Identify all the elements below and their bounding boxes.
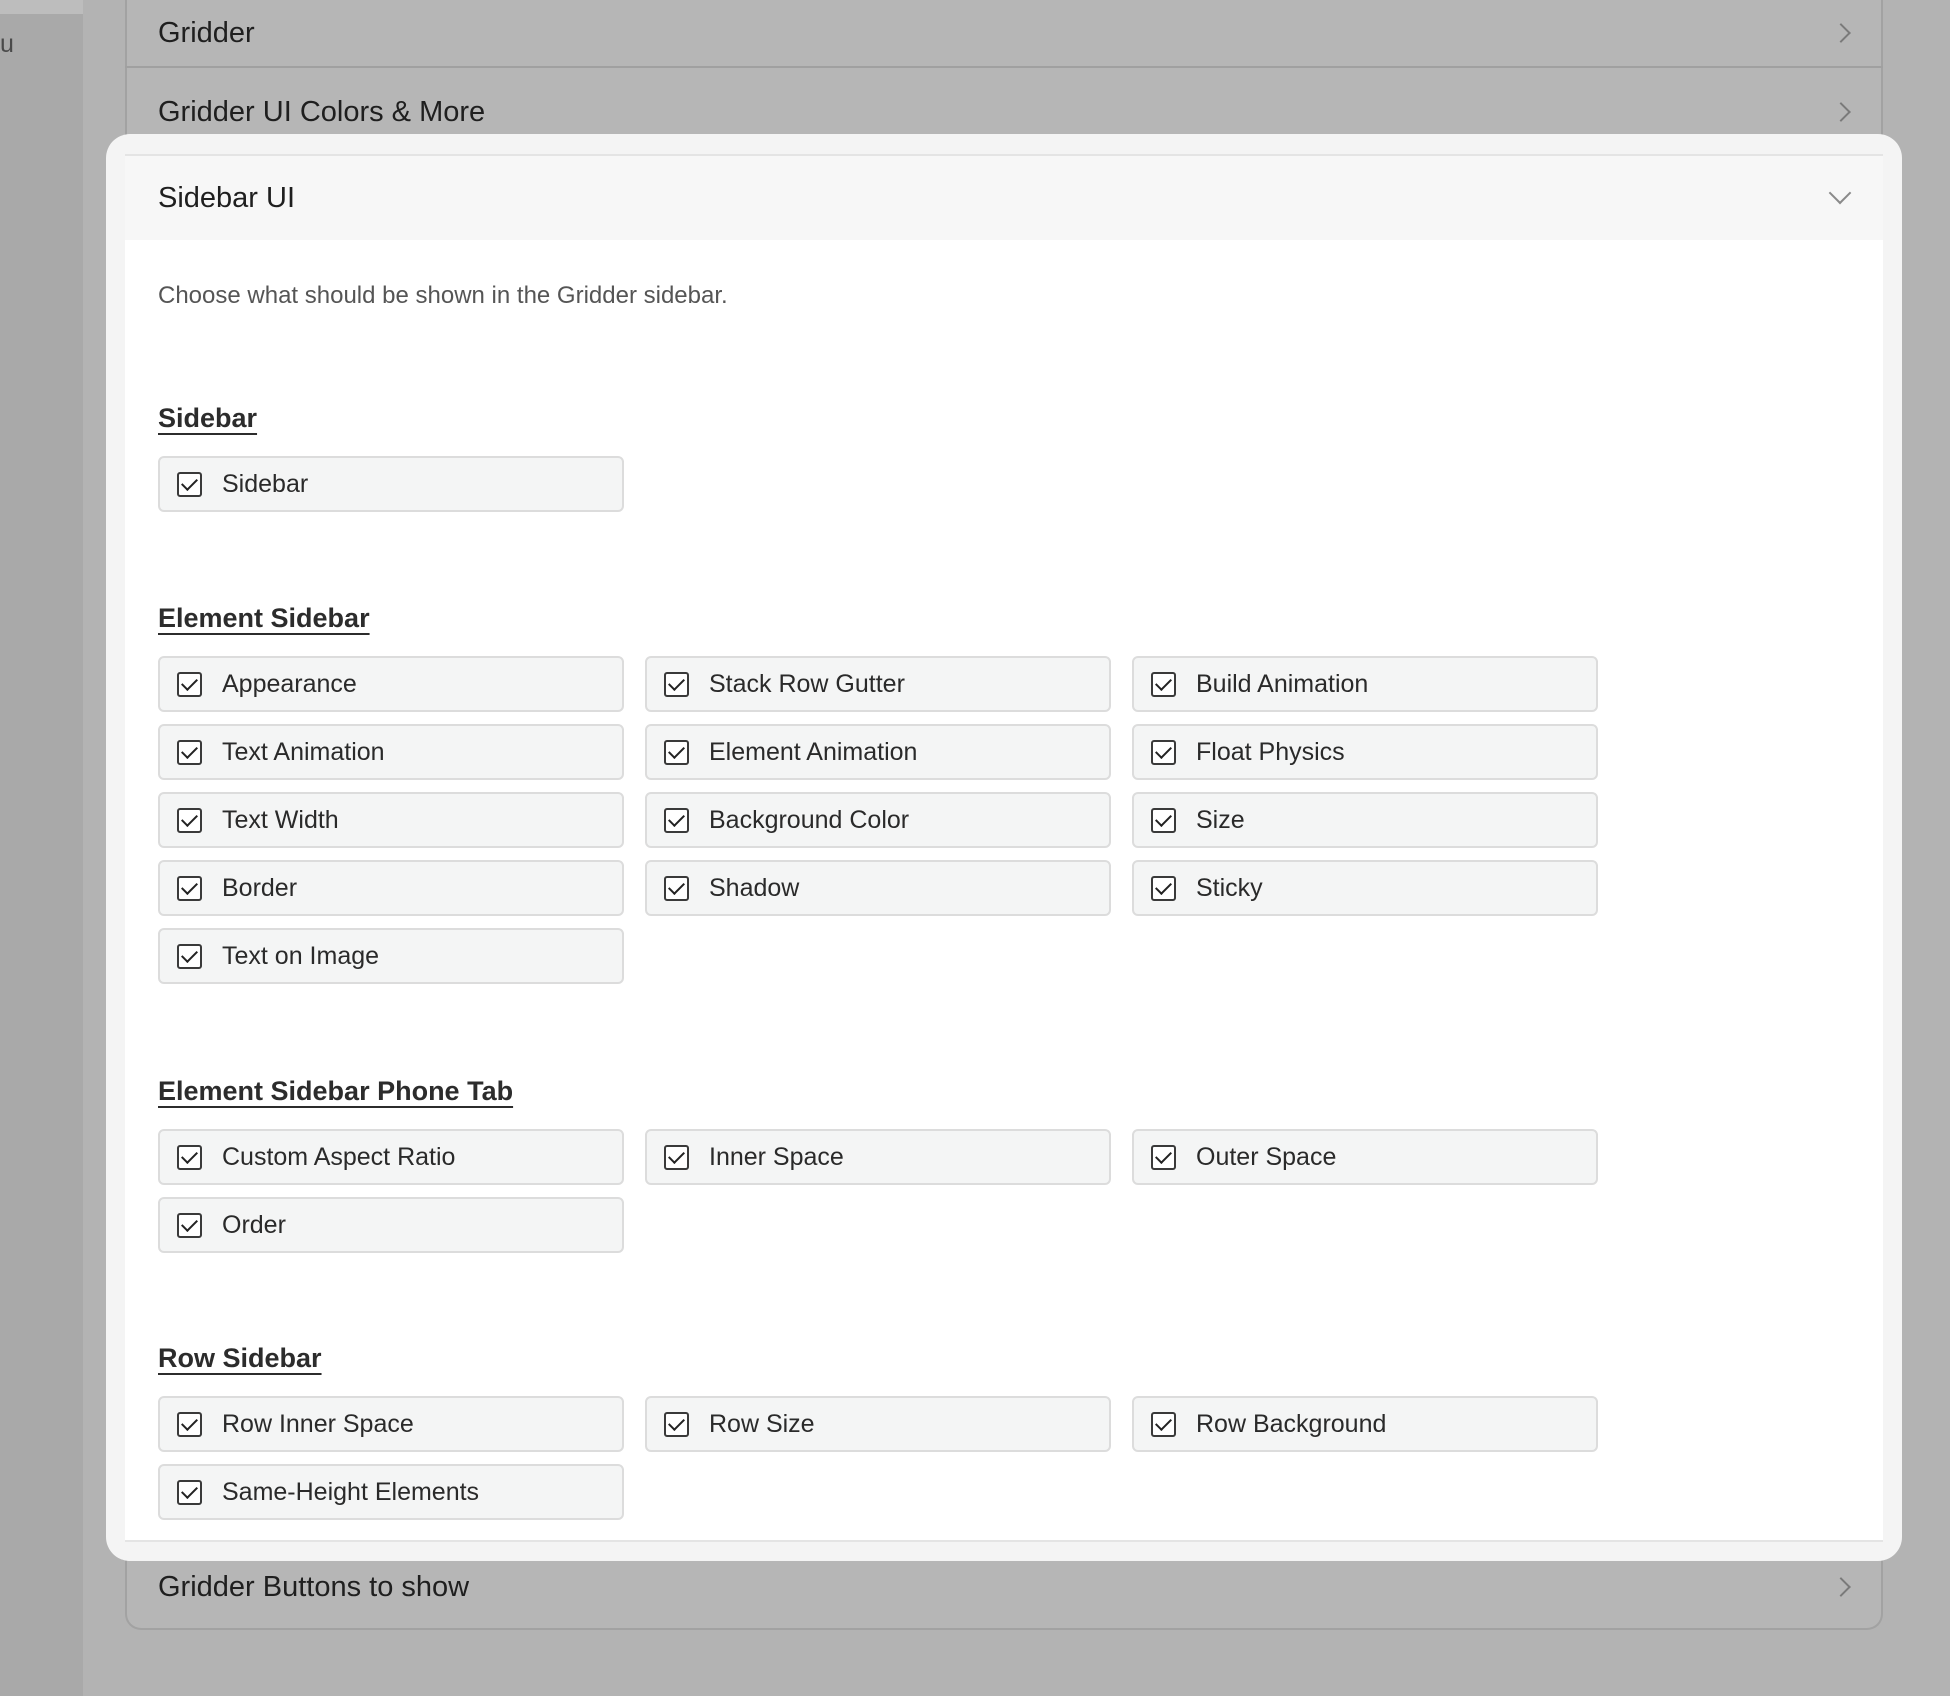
checkbox-shadow[interactable] [664,875,689,901]
checkbox-border[interactable] [177,875,202,901]
option-element-animation[interactable]: Element Animation [645,724,1111,780]
option-text-on-image[interactable]: Text on Image [158,928,624,984]
option-background-color[interactable]: Background Color [645,792,1111,848]
group-options-element-sidebar-phone-tab: Custom Aspect Ratio Inner Space Outer Spac… [158,1129,1598,1253]
option-row-size[interactable]: Row Size [645,1396,1111,1452]
option-row-background[interactable]: Row Background [1132,1396,1598,1452]
option-label: Element Animation [709,737,918,766]
checkbox-text-on-image[interactable] [177,943,202,969]
checkbox-row-inner-space[interactable] [177,1411,202,1437]
option-label: Row Background [1196,1409,1387,1438]
background-left-pane: u [0,0,83,1696]
sidebar-ui-header[interactable]: Sidebar UI [125,156,1883,240]
checkbox-sidebar[interactable] [177,471,202,497]
checkbox-order[interactable] [177,1212,202,1238]
option-label: Sidebar [222,469,309,498]
option-label: Appearance [222,669,357,698]
option-size[interactable]: Size [1132,792,1598,848]
option-same-height-elements[interactable]: Same-Height Elements [158,1464,624,1520]
option-text-animation[interactable]: Text Animation [158,724,624,780]
checkbox-inner-space[interactable] [664,1144,689,1170]
option-label: Order [222,1210,286,1239]
section-description: Choose what should be shown in the Gridd… [158,282,728,309]
option-shadow[interactable]: Shadow [645,860,1111,916]
option-float-physics[interactable]: Float Physics [1132,724,1598,780]
option-outer-space[interactable]: Outer Space [1132,1129,1598,1185]
option-inner-space[interactable]: Inner Space [645,1129,1111,1185]
group-title-element-sidebar-phone-tab: Element Sidebar Phone Tab [158,1076,514,1106]
option-label: Row Inner Space [222,1409,414,1438]
group-options-row-sidebar: Row Inner Space Row Size Row Background Sam… [158,1396,1598,1520]
background-left-text: u [0,30,14,58]
sidebar-ui-section: Sidebar UI Choose what should be shown i… [125,154,1883,1542]
group-title-row-sidebar: Row Sidebar [158,1343,322,1373]
option-label: Size [1196,805,1245,834]
option-label: Text Width [222,805,339,834]
option-label: Custom Aspect Ratio [222,1142,456,1171]
option-build-animation[interactable]: Build Animation [1132,656,1598,712]
panel-gridder-ui-colors-label: Gridder UI Colors & More [158,95,486,128]
checkbox-size[interactable] [1151,807,1176,833]
option-stack-row-gutter[interactable]: Stack Row Gutter [645,656,1111,712]
option-sticky[interactable]: Sticky [1132,860,1598,916]
option-label: Background Color [709,805,910,834]
chevron-down-icon [1828,181,1852,205]
checkbox-row-background[interactable] [1151,1411,1176,1437]
option-label: Text Animation [222,737,385,766]
option-label: Shadow [709,873,800,902]
checkbox-custom-aspect-ratio[interactable] [177,1144,202,1170]
option-custom-aspect-ratio[interactable]: Custom Aspect Ratio [158,1129,624,1185]
checkbox-float-physics[interactable] [1151,739,1176,765]
group-options-element-sidebar: Appearance Stack Row Gutter Build Animatio… [158,656,1598,984]
checkbox-same-height-elements[interactable] [177,1479,202,1505]
checkbox-background-color[interactable] [664,807,689,833]
checkbox-row-size[interactable] [664,1411,689,1437]
panel-gridder-label: Gridder [158,16,255,49]
option-label: Stack Row Gutter [709,669,905,698]
checkbox-sticky[interactable] [1151,875,1176,901]
option-label: Build Animation [1196,669,1369,698]
group-options-sidebar: Sidebar [158,456,1598,512]
section-title: Sidebar UI [158,181,296,214]
chevron-right-icon [1831,102,1851,122]
option-label: Text on Image [222,941,380,970]
group-title-sidebar: Sidebar [158,403,258,433]
checkbox-text-width[interactable] [177,807,202,833]
sidebar-ui-card: Sidebar UI Choose what should be shown i… [106,134,1902,1561]
group-title-element-sidebar: Element Sidebar [158,603,370,633]
option-appearance[interactable]: Appearance [158,656,624,712]
option-text-width[interactable]: Text Width [158,792,624,848]
option-label: Sticky [1196,873,1263,902]
chevron-right-icon [1831,1577,1851,1597]
checkbox-build-animation[interactable] [1151,671,1176,697]
background-left-pane-top [0,0,83,14]
checkbox-text-animation[interactable] [177,739,202,765]
option-label: Border [222,873,298,902]
option-row-inner-space[interactable]: Row Inner Space [158,1396,624,1452]
chevron-right-icon [1831,23,1851,43]
checkbox-element-animation[interactable] [664,739,689,765]
option-sidebar[interactable]: Sidebar [158,456,624,512]
panel-gridder[interactable]: Gridder [125,0,1883,68]
checkbox-outer-space[interactable] [1151,1144,1176,1170]
option-order[interactable]: Order [158,1197,624,1253]
option-label: Outer Space [1196,1142,1337,1171]
option-label: Inner Space [709,1142,844,1171]
option-label: Float Physics [1196,737,1345,766]
checkbox-appearance[interactable] [177,671,202,697]
option-label: Row Size [709,1409,815,1438]
panel-gridder-buttons-label: Gridder Buttons to show [158,1570,470,1603]
option-label: Same-Height Elements [222,1477,480,1506]
checkbox-stack-row-gutter[interactable] [664,671,689,697]
option-border[interactable]: Border [158,860,624,916]
